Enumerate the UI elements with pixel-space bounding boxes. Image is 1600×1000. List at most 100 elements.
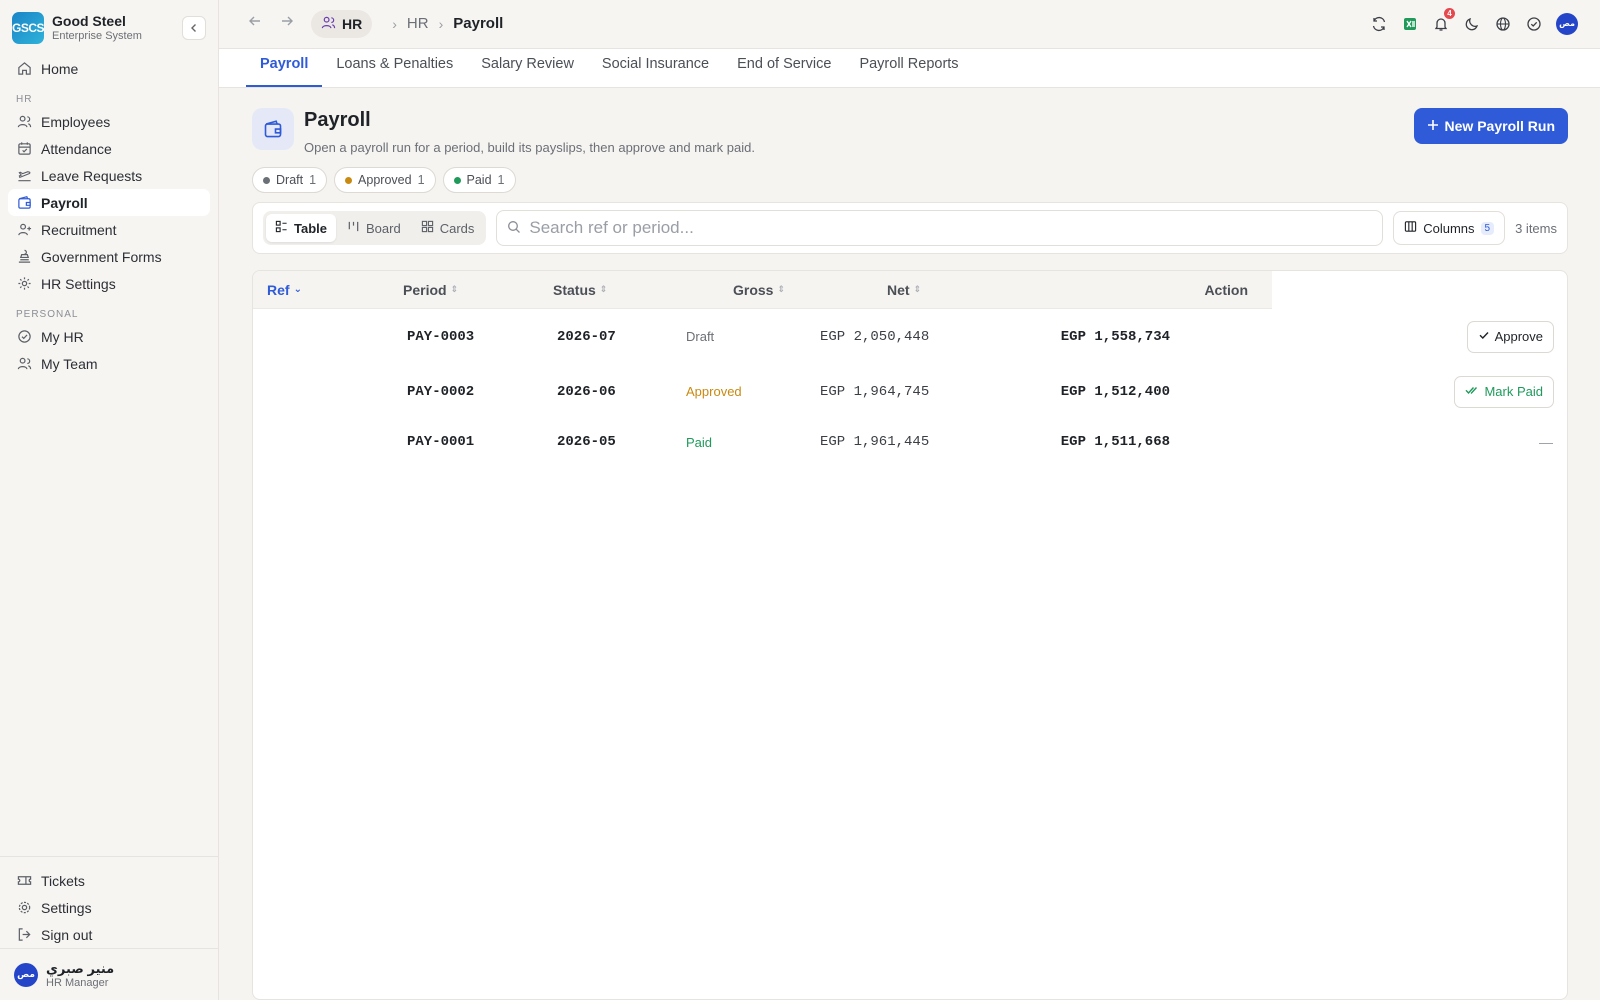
status-badge: Approved [686,384,742,399]
main-area: HR › HR › Payroll 4 مص Payroll Loans & P… [219,0,1600,1000]
tab-payroll-reports[interactable]: Payroll Reports [845,56,972,87]
tab-social-insurance[interactable]: Social Insurance [588,56,723,87]
column-header-period[interactable]: Period ⇕ [403,282,553,298]
sidebar-item-recruitment[interactable]: Recruitment [8,216,210,243]
mark-paid-button[interactable]: Mark Paid [1454,375,1554,408]
sidebar-item-label: HR Settings [41,275,116,292]
sidebar-item-attendance[interactable]: Attendance [8,135,210,162]
landmark-icon [16,249,32,265]
sort-icon: ⇕ [450,284,459,294]
table-row[interactable]: PAY-0002 2026-06 Approved EGP 1,964,745 … [253,365,1567,418]
brand-logo: GSCS [12,11,45,44]
table-row[interactable]: PAY-0001 2026-05 Paid EGP 1,961,445 EGP … [253,418,1567,466]
wallet-icon [16,195,32,211]
module-chip-label: HR [342,15,363,32]
sidebar-item-tickets[interactable]: Tickets [8,867,210,894]
sidebar-item-my-team[interactable]: My Team [8,350,210,377]
refresh-icon[interactable] [1370,15,1387,32]
cell-period: 2026-05 [557,434,616,450]
status-pill-count: 1 [497,173,505,187]
users-icon [16,356,32,372]
tab-loans-penalties[interactable]: Loans & Penalties [322,56,467,87]
circle-check-icon[interactable] [1525,15,1542,32]
sort-icon: ⇕ [777,284,786,294]
user-profile[interactable]: مص منير صبري HR Manager [0,948,218,1000]
back-arrow-icon[interactable] [247,13,263,34]
status-pill-label: Approved [358,173,412,187]
globe-icon[interactable] [1494,15,1511,32]
view-table-button[interactable]: Table [266,214,336,242]
forward-arrow-icon[interactable] [279,13,295,34]
column-header-label: Ref [267,281,290,298]
column-header-gross[interactable]: Gross ⇕ [733,282,887,298]
column-header-net[interactable]: Net ⇕ [887,282,1037,298]
sort-icon: ⇕ [913,284,922,294]
check-icon [1478,329,1490,344]
collapse-sidebar-button[interactable] [182,15,206,40]
grid-icon [421,220,434,236]
view-switcher: Table Board Cards [263,211,487,245]
cell-period: 2026-06 [557,383,616,400]
action-label: Approve [1494,329,1543,344]
sidebar-item-hr-settings[interactable]: HR Settings [8,270,210,297]
table-row[interactable]: PAY-0003 2026-07 Draft EGP 2,050,448 EGP… [253,310,1567,363]
module-chip[interactable]: HR [311,9,373,38]
sidebar-item-label: My Team [41,355,98,372]
column-header-label: Period [403,281,447,298]
chevron-right-icon: › [392,15,397,32]
sidebar-bottom-nav: Tickets Settings Sign out [0,856,218,948]
sidebar-nav: Home HR Employees Attendance Leave Reque… [0,55,218,377]
sidebar-item-leave-requests[interactable]: Leave Requests [8,162,210,189]
bell-icon[interactable]: 4 [1432,8,1455,32]
cell-net: EGP 1,512,400 [1060,383,1170,400]
tab-end-of-service[interactable]: End of Service [723,56,845,87]
status-pill-approved[interactable]: Approved 1 [334,167,436,193]
topbar: HR › HR › Payroll 4 مص [219,0,1600,49]
column-header-ref[interactable]: Ref ⌄ [253,282,403,298]
status-pill-label: Paid [466,173,492,187]
tab-payroll[interactable]: Payroll [246,56,323,87]
sidebar-item-home[interactable]: Home [8,55,210,82]
column-header-status[interactable]: Status ⇕ [553,282,733,298]
status-pill-draft[interactable]: Draft 1 [252,167,328,193]
status-badge: Draft [686,329,715,344]
column-header-label: Status [553,281,596,298]
approve-button[interactable]: Approve [1466,320,1554,353]
sidebar-item-settings[interactable]: Settings [8,894,210,921]
columns-icon [1404,220,1417,236]
breadcrumb-current: Payroll [453,15,504,33]
wallet-icon [252,108,294,150]
columns-button[interactable]: Columns 5 [1393,211,1506,245]
sidebar-item-sign-out[interactable]: Sign out [8,921,210,948]
sort-icon: ⇕ [599,284,608,294]
cell-gross: EGP 1,961,445 [820,434,930,450]
excel-icon[interactable] [1401,15,1418,32]
avatar[interactable]: مص [1556,12,1578,35]
table-header: Ref ⌄ Period ⇕ Status ⇕ Gross ⇕ Net ⇕ Ac… [253,271,1272,309]
page-title: Payroll [304,109,371,131]
status-dot [345,176,353,184]
status-filter-pills: Draft 1 Approved 1 Paid 1 [252,167,1568,193]
tab-salary-review[interactable]: Salary Review [467,56,588,87]
view-board-button[interactable]: Board [338,214,410,242]
table-toolbar: Table Board Cards Search ref or period..… [252,202,1568,254]
sidebar-item-employees[interactable]: Employees [8,108,210,135]
no-action: — [1539,434,1553,450]
moon-icon[interactable] [1463,15,1480,32]
kanban-icon [347,220,360,236]
status-pill-paid[interactable]: Paid 1 [442,167,516,193]
status-dot [263,176,270,184]
page-description: Open a payroll run for a period, build i… [304,140,755,155]
column-header-label: Gross [733,281,774,298]
view-cards-button[interactable]: Cards [412,214,484,242]
page-content: Payroll Open a payroll run for a period,… [219,88,1600,1000]
sidebar-item-government-forms[interactable]: Government Forms [8,243,210,270]
breadcrumb-hr[interactable]: HR [407,15,429,32]
chevron-down-icon: ⌄ [293,284,302,295]
new-payroll-run-button[interactable]: New Payroll Run [1413,108,1568,144]
sidebar-item-my-hr[interactable]: My HR [8,323,210,350]
search-input[interactable] [529,218,1373,238]
search-box [496,210,1384,246]
sidebar-item-payroll[interactable]: Payroll [8,189,210,216]
column-header-label: Net [887,281,910,298]
